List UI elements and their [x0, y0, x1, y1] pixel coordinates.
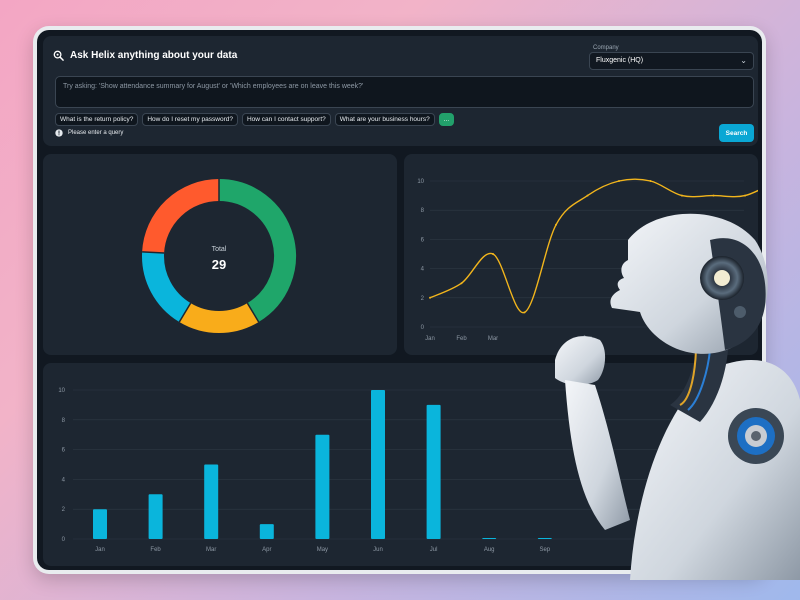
- bar-x-tick-label: Aug: [484, 547, 495, 553]
- bar[interactable]: [259, 524, 274, 539]
- line-x-tick-label: Mar: [488, 336, 498, 342]
- info-icon: [55, 129, 63, 137]
- line-y-tick-label: 6: [421, 237, 425, 243]
- more-suggestions-button[interactable]: ...: [438, 113, 455, 126]
- bar-y-tick-label: 8: [62, 418, 66, 424]
- bar[interactable]: [148, 494, 163, 539]
- company-select-value: Fluxgenic (HQ): [596, 57, 644, 64]
- suggestion-chip-contact-support[interactable]: How can I contact support?: [241, 113, 331, 126]
- donut-chart: Total 29: [142, 179, 296, 333]
- bar[interactable]: [426, 404, 441, 539]
- line-point[interactable]: [649, 180, 652, 182]
- donut-chart-card: Total 29: [43, 154, 397, 355]
- line-chart: 0 2 4 6 8 10 Jan Feb Mar Jun: [417, 178, 762, 342]
- line-point[interactable]: [586, 194, 589, 197]
- line-point[interactable]: [429, 296, 431, 299]
- panel-title: Ask Helix anything about your data: [53, 50, 237, 61]
- suggestion-chip-business-hours[interactable]: What are your business hours?: [334, 113, 435, 126]
- donut-center-label: Total: [212, 246, 227, 253]
- bar[interactable]: [93, 509, 107, 539]
- line-chart-card: 0 2 4 6 8 10 Jan Feb Mar Jun: [404, 154, 762, 355]
- line-point[interactable]: [712, 194, 715, 197]
- bar-y-tick-label: 4: [62, 477, 66, 483]
- bar-x-tick-label: Feb: [150, 547, 161, 553]
- bar[interactable]: [371, 390, 385, 539]
- bar-y-tick-label: 0: [62, 537, 66, 543]
- bar-x-tick-label: May: [317, 547, 328, 553]
- line-x-tick-label: Feb: [456, 336, 467, 342]
- suggestion-chip-return-policy[interactable]: What is the return policy?: [55, 113, 139, 126]
- bar-chart: 0 2 4 6 8 10 Jan Feb Mar Apr May Jun Jul Aug Sep: [58, 388, 748, 553]
- line-point[interactable]: [681, 194, 683, 197]
- bar-x-tick-label: Apr: [262, 547, 271, 553]
- search-sparkle-icon: [53, 50, 64, 61]
- donut-slice[interactable]: [142, 179, 220, 254]
- bar[interactable]: [537, 538, 552, 539]
- bar-y-tick-label: 6: [62, 448, 66, 454]
- line-point[interactable]: [460, 282, 463, 285]
- suggestion-chips: What is the return policy? How do I rese…: [55, 113, 455, 126]
- chevron-down-icon: ⌄: [740, 56, 747, 65]
- suggestion-chip-reset-password[interactable]: How do I reset my password?: [142, 113, 238, 126]
- donut-slice[interactable]: [179, 302, 259, 333]
- bar-y-tick-label: 2: [62, 507, 66, 513]
- line-y-tick-label: 4: [421, 267, 425, 273]
- line-point[interactable]: [555, 223, 557, 226]
- company-select[interactable]: Fluxgenic (HQ) ⌄: [589, 52, 754, 70]
- bar-x-tick-label: Jul: [430, 547, 438, 553]
- line-y-tick-label: 2: [421, 296, 425, 302]
- bar[interactable]: [482, 538, 497, 539]
- line-y-tick-label: 0: [421, 325, 425, 331]
- donut-slice[interactable]: [218, 179, 296, 322]
- query-panel: Ask Helix anything about your data Compa…: [43, 36, 758, 146]
- bar-x-tick-label: Mar: [206, 547, 216, 553]
- dashboard-screen: Ask Helix anything about your data Compa…: [37, 30, 762, 570]
- line-x-tick-label: Jan: [425, 336, 435, 342]
- bar-x-tick-label: Jun: [373, 547, 383, 553]
- donut-center-value: 29: [212, 257, 226, 272]
- line-x-tick-label: Jun: [583, 336, 593, 342]
- line-point[interactable]: [492, 253, 494, 255]
- line-y-tick-label: 8: [421, 208, 425, 214]
- tablet-frame: Ask Helix anything about your data Compa…: [33, 26, 766, 574]
- bar[interactable]: [315, 434, 330, 539]
- hint-text: Please enter a query: [68, 130, 124, 136]
- query-hint: Please enter a query: [55, 129, 123, 137]
- company-label: Company: [593, 45, 619, 51]
- line-series[interactable]: [429, 178, 762, 314]
- bar[interactable]: [204, 464, 219, 540]
- query-input[interactable]: Try asking: 'Show attendance summary for…: [55, 76, 754, 108]
- page-title: Ask Helix anything about your data: [70, 50, 238, 61]
- line-y-tick-label: 10: [417, 179, 424, 185]
- donut-slice[interactable]: [142, 251, 192, 322]
- line-point[interactable]: [523, 311, 526, 314]
- line-point[interactable]: [744, 194, 746, 197]
- bar-x-tick-label: Sep: [539, 547, 550, 553]
- bar-chart-card: 0 2 4 6 8 10 Jan Feb Mar Apr May Jun Jul Aug Sep: [43, 363, 758, 566]
- bar-x-tick-label: Jan: [95, 547, 105, 553]
- bar-y-tick-label: 10: [58, 388, 65, 394]
- line-point[interactable]: [618, 180, 620, 182]
- search-button[interactable]: Search: [719, 124, 754, 142]
